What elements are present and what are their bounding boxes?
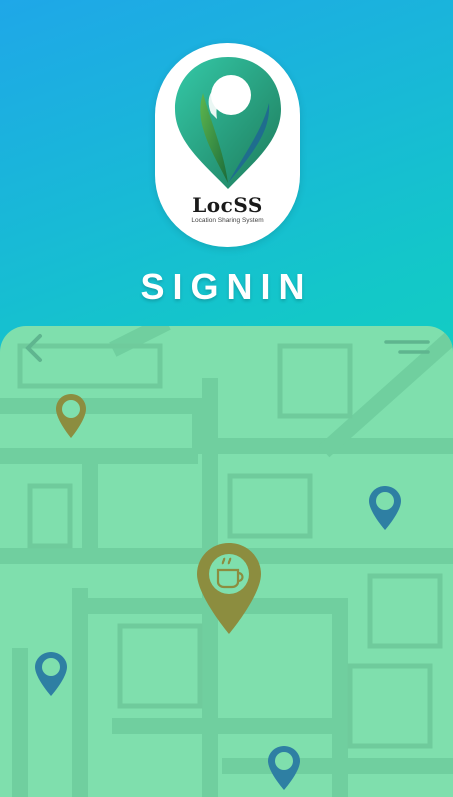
back-chevron-icon[interactable] <box>18 330 54 366</box>
map-pin-blue-bottom[interactable] <box>266 744 302 792</box>
map-pin-olive-small[interactable] <box>54 392 88 440</box>
menu-icon[interactable] <box>380 332 432 362</box>
logo-text: LocSS <box>192 193 263 217</box>
location-pin-logo-icon <box>175 57 281 189</box>
logo-subtitle: Location Sharing System <box>191 217 264 224</box>
header-area: LocSS Location Sharing System SIGNIN <box>0 0 453 330</box>
map-panel[interactable] <box>0 326 453 797</box>
page-title: SIGNIN <box>140 266 313 307</box>
map-pin-cafe[interactable] <box>194 540 264 636</box>
map-pin-blue-left[interactable] <box>33 650 69 698</box>
map-pin-blue-right[interactable] <box>367 484 403 532</box>
app-logo: LocSS Location Sharing System <box>155 43 300 247</box>
